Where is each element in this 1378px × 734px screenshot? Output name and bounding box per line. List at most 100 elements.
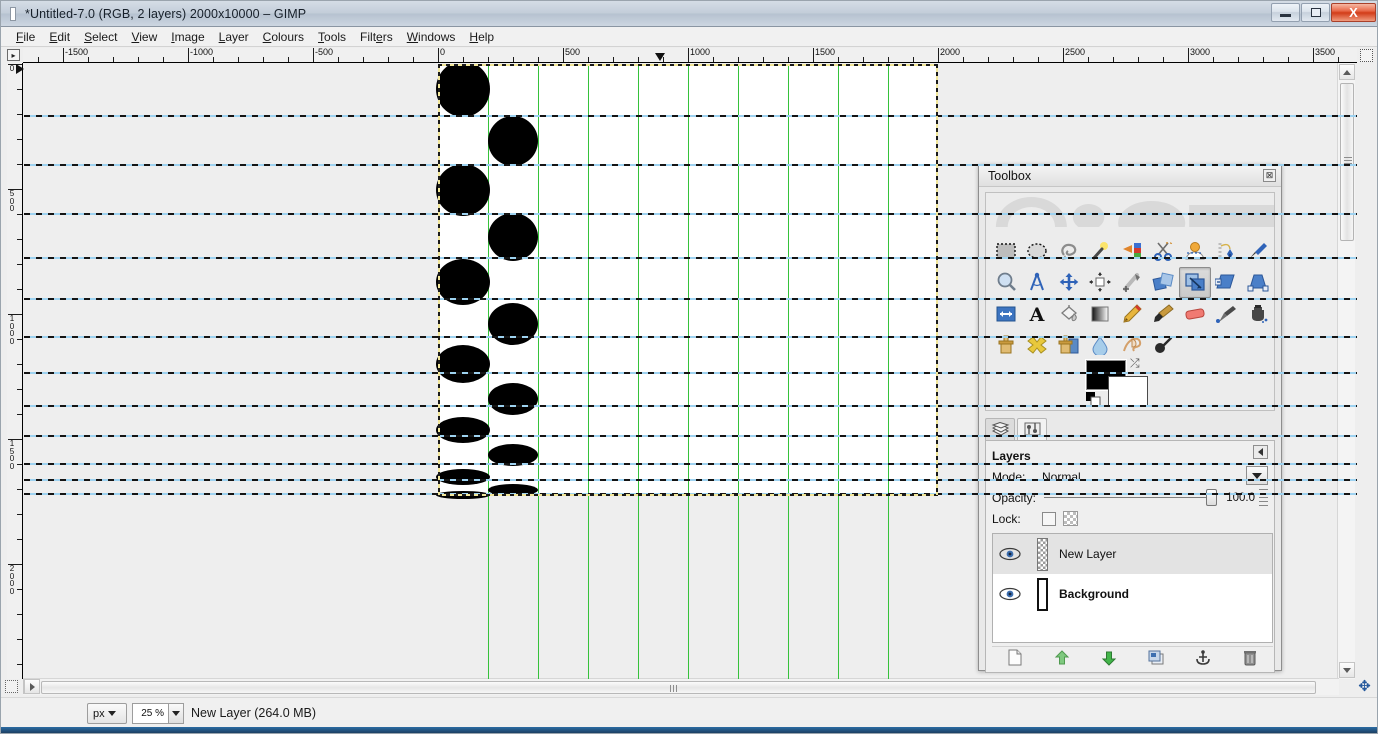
panel-collapse-button[interactable] — [1253, 445, 1268, 459]
free-select-tool[interactable] — [1053, 235, 1085, 267]
scissors-select-tool[interactable] — [1148, 235, 1180, 267]
ruler-tick-minor — [17, 464, 22, 465]
horizontal-position-marker — [655, 53, 665, 61]
minimize-button[interactable] — [1271, 3, 1300, 22]
menu-layer[interactable]: Layer — [212, 28, 256, 46]
menu-select[interactable]: Select — [77, 28, 124, 46]
airbrush-tool[interactable] — [1211, 298, 1243, 330]
perspective-tool[interactable] — [1242, 267, 1274, 299]
ellipse-select-tool[interactable] — [1022, 235, 1054, 267]
menu-file[interactable]: File — [9, 28, 42, 46]
pencil-tool[interactable] — [1116, 298, 1148, 330]
layer-visibility-icon[interactable] — [999, 547, 1021, 561]
layer-list[interactable]: New Layer Background — [992, 533, 1273, 643]
lock-pixels-checkbox[interactable] — [1042, 511, 1056, 526]
eraser-tool[interactable] — [1179, 298, 1211, 330]
rectangle-select-tool[interactable] — [990, 235, 1022, 267]
horizontal-scrollbar[interactable] — [23, 678, 1339, 695]
swap-colours-icon[interactable]: ⤮ — [1130, 356, 1140, 371]
rotate-tool[interactable] — [1148, 267, 1180, 299]
ruler-label: 1000 — [690, 48, 711, 57]
raise-layer-button[interactable] — [1051, 649, 1073, 667]
layer-row-background[interactable]: Background — [993, 574, 1272, 614]
horizontal-guide[interactable] — [24, 463, 1357, 465]
text-tool[interactable]: A — [1022, 298, 1054, 330]
select-by-colour-tool[interactable] — [1116, 235, 1148, 267]
ruler-origin-button[interactable]: ▸ — [7, 49, 20, 61]
horizontal-scroll-thumb[interactable] — [41, 681, 1316, 694]
vertical-scroll-thumb[interactable] — [1340, 83, 1354, 241]
ruler-tick-minor — [738, 57, 739, 62]
anchor-layer-button[interactable] — [1192, 649, 1214, 667]
fuzzy-select-tool[interactable] — [1085, 235, 1117, 267]
scroll-down-button[interactable] — [1339, 662, 1355, 678]
close-button[interactable]: X — [1331, 3, 1376, 22]
vertical-ruler[interactable]: 0 500 1000 1500 2000 — [7, 63, 23, 679]
unit-selector[interactable]: px — [87, 703, 127, 724]
new-layer-button[interactable] — [1004, 649, 1026, 667]
alignment-tool[interactable] — [1085, 267, 1117, 299]
navigation-preview-button[interactable]: ✥ — [1356, 678, 1373, 695]
horizontal-guide[interactable] — [24, 298, 1357, 300]
horizontal-ruler[interactable]: -1500 -1000 -500 0 500 1000 1500 2000 2500 3000 35… — [23, 48, 1357, 63]
shear-tool[interactable] — [1211, 267, 1243, 299]
gradient-tool[interactable] — [1085, 298, 1117, 330]
crop-tool[interactable] — [1116, 267, 1148, 299]
zoom-selector[interactable]: 25 % — [132, 703, 184, 724]
flip-tool[interactable] — [990, 298, 1022, 330]
horizontal-guide[interactable] — [24, 435, 1357, 437]
lower-layer-button[interactable] — [1098, 649, 1120, 667]
menu-view[interactable]: View — [124, 28, 164, 46]
zoom-dropdown-button[interactable] — [168, 704, 183, 723]
clone-tool[interactable] — [990, 330, 1022, 362]
delete-layer-button[interactable] — [1239, 649, 1261, 667]
mode-value[interactable]: Normal — [1042, 470, 1081, 484]
menu-edit[interactable]: Edit — [42, 28, 77, 46]
menu-colours[interactable]: Colours — [256, 28, 311, 46]
colour-picker-tool[interactable] — [1242, 235, 1274, 267]
paths-tool[interactable] — [1211, 235, 1243, 267]
scroll-up-button[interactable] — [1339, 64, 1355, 80]
dock-close-icon[interactable]: ⊠ — [1263, 169, 1276, 182]
zoom-tool[interactable] — [990, 267, 1022, 299]
paintbrush-tool[interactable] — [1148, 298, 1180, 330]
scroll-right-button[interactable] — [24, 679, 40, 694]
mode-dropdown-button[interactable] — [1246, 466, 1268, 485]
menu-help[interactable]: Help — [462, 28, 501, 46]
horizontal-guide[interactable] — [24, 164, 1357, 166]
layer-row-new-layer[interactable]: New Layer — [993, 534, 1272, 574]
menu-filters[interactable]: Filters — [353, 28, 400, 46]
default-colours-icon[interactable] — [1086, 392, 1102, 410]
horizontal-guide[interactable] — [24, 213, 1357, 215]
opacity-slider[interactable] — [1044, 489, 1217, 506]
layer-visibility-icon[interactable] — [999, 587, 1021, 601]
horizontal-guide[interactable] — [24, 405, 1357, 407]
ruler-label: -1500 — [65, 48, 89, 57]
menu-windows[interactable]: Windows — [400, 28, 463, 46]
move-tool[interactable] — [1053, 267, 1085, 299]
horizontal-guide[interactable] — [24, 372, 1357, 374]
opacity-slider-knob[interactable] — [1206, 489, 1217, 506]
horizontal-guide[interactable] — [24, 479, 1357, 481]
ruler-tick-minor — [963, 57, 964, 62]
scale-tool[interactable] — [1179, 266, 1211, 298]
menu-image[interactable]: Image — [164, 28, 211, 46]
horizontal-guide[interactable] — [24, 115, 1357, 117]
lock-alpha-icon[interactable] — [1063, 511, 1078, 526]
duplicate-layer-button[interactable] — [1145, 649, 1167, 667]
bucket-fill-tool[interactable] — [1053, 298, 1085, 330]
quick-mask-toggle[interactable] — [5, 680, 18, 693]
perspective-clone-tool[interactable] — [1053, 330, 1085, 362]
ink-tool[interactable] — [1242, 298, 1274, 330]
opacity-spinner[interactable] — [1259, 489, 1268, 506]
measure-tool[interactable] — [1022, 267, 1054, 299]
foreground-select-tool[interactable] — [1179, 235, 1211, 267]
vertical-scrollbar[interactable] — [1337, 63, 1355, 679]
ruler-tick-minor — [263, 57, 264, 62]
heal-tool[interactable] — [1022, 330, 1054, 362]
horizontal-guide[interactable] — [24, 257, 1357, 259]
horizontal-guide[interactable] — [24, 336, 1357, 338]
restore-button[interactable] — [1301, 3, 1330, 22]
background-colour-swatch[interactable] — [1108, 376, 1148, 406]
menu-tools[interactable]: Tools — [311, 28, 353, 46]
